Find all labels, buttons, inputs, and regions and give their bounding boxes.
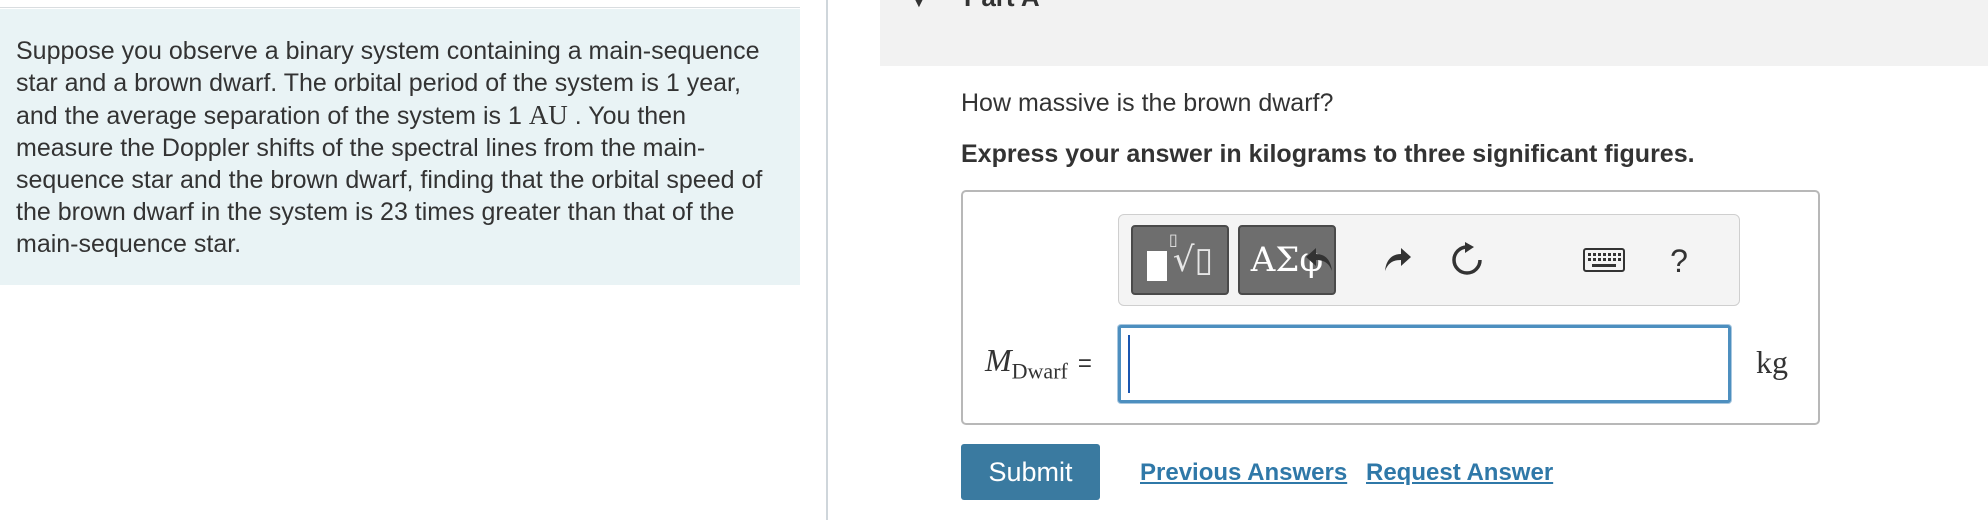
- redo-button[interactable]: [1374, 237, 1420, 283]
- answer-input[interactable]: [1118, 325, 1731, 403]
- problem-statement: Suppose you observe a binary system cont…: [0, 9, 800, 285]
- undo-button[interactable]: [1297, 237, 1343, 283]
- sqrt-icon: ▯ √▯: [1168, 230, 1214, 280]
- part-title: Part A: [964, 0, 1040, 13]
- question-instruction: Express your answer in kilograms to thre…: [961, 140, 1695, 168]
- variable-subscript: Dwarf: [1011, 358, 1068, 384]
- math-toolbar: ▯ √▯ ΑΣφ ?: [1118, 214, 1740, 306]
- redo-icon: [1385, 248, 1411, 271]
- panel-top-divider: [0, 7, 800, 8]
- keyboard-button[interactable]: [1581, 237, 1627, 283]
- undo-icon: [1306, 248, 1332, 271]
- reset-icon: [1452, 242, 1482, 275]
- page: Suppose you observe a binary system cont…: [0, 0, 1988, 520]
- templates-button[interactable]: ▯ √▯: [1131, 225, 1229, 295]
- answer-box: ▯ √▯ ΑΣφ ? MDwarf = kg: [961, 190, 1820, 425]
- reset-button[interactable]: [1444, 237, 1490, 283]
- submit-button[interactable]: Submit: [961, 444, 1100, 500]
- column-divider: [826, 0, 828, 520]
- equals-sign: =: [1077, 350, 1092, 377]
- problem-panel: Suppose you observe a binary system cont…: [0, 0, 800, 520]
- chevron-down-icon[interactable]: ▼: [912, 0, 926, 10]
- problem-unit-au: AU: [528, 100, 568, 130]
- variable-label: MDwarf =: [985, 342, 1092, 384]
- text-cursor: [1128, 335, 1130, 393]
- request-answer-link[interactable]: Request Answer: [1366, 459, 1553, 487]
- unit-label: kg: [1756, 344, 1788, 380]
- previous-answers-link[interactable]: Previous Answers: [1140, 459, 1347, 487]
- question-prompt: How massive is the brown dwarf?: [961, 89, 1334, 117]
- templates-icon: [1146, 251, 1167, 281]
- part-header[interactable]: ▼ Part A: [880, 0, 1988, 66]
- help-button[interactable]: ?: [1659, 239, 1699, 283]
- variable-symbol: M: [985, 342, 1012, 378]
- keyboard-icon: [1583, 248, 1625, 272]
